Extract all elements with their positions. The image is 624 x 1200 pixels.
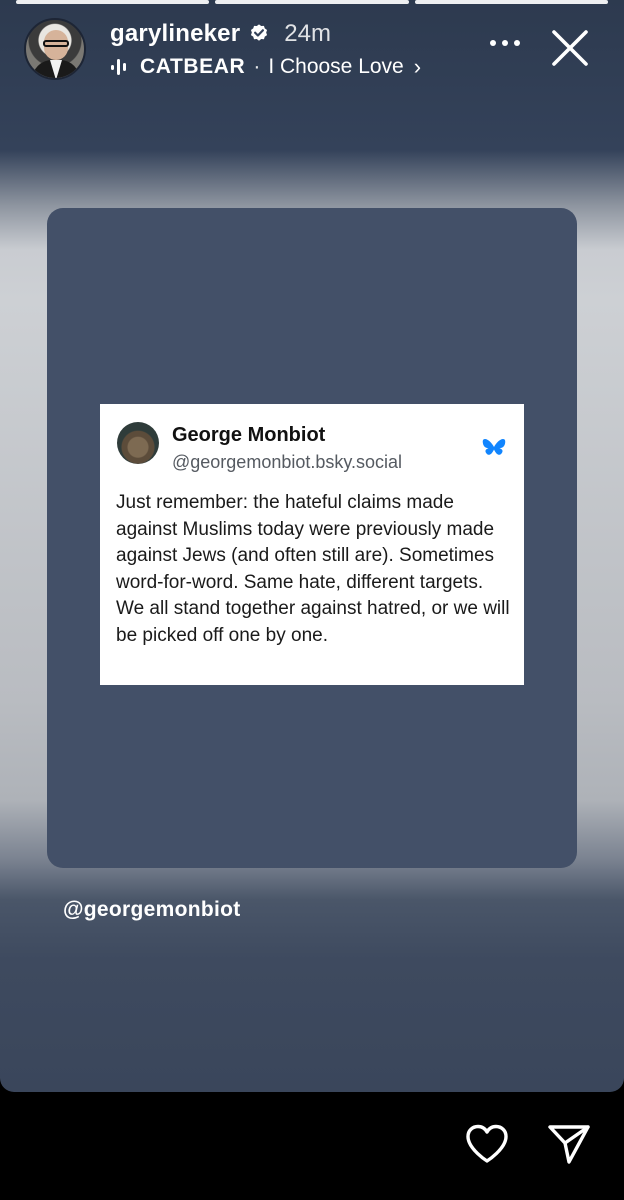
story-viewer[interactable]: garylineker 24m CATBEAR · I Choose Love … — [0, 0, 624, 1092]
progress-segment — [215, 0, 409, 4]
music-separator: · — [253, 55, 261, 78]
story-progress-bar — [16, 0, 608, 4]
username[interactable]: garylineker — [110, 20, 240, 48]
avatar-glasses — [43, 40, 69, 47]
butterfly-icon — [482, 439, 506, 455]
progress-segment-current — [414, 0, 608, 4]
audio-bars-icon — [111, 59, 126, 75]
chevron-right-icon: › — [413, 54, 422, 79]
heart-icon[interactable] — [464, 1122, 510, 1166]
post-body-text: Just remember: the hateful claims made a… — [116, 492, 510, 646]
user-row: garylineker 24m — [110, 20, 331, 48]
story-header: garylineker 24m CATBEAR · I Choose Love … — [24, 16, 608, 82]
music-attribution[interactable]: CATBEAR · I Choose Love › — [110, 54, 421, 80]
ellipsis-icon[interactable] — [488, 36, 522, 50]
close-icon[interactable] — [550, 28, 590, 68]
post-author-avatar — [117, 422, 159, 464]
mention-sticker[interactable]: @georgemonbiot — [63, 898, 241, 922]
post-time: 24m — [284, 20, 331, 47]
send-icon[interactable] — [546, 1122, 592, 1166]
avatar[interactable] — [24, 18, 86, 80]
post-author-handle: @georgemonbiot.bsky.social — [172, 452, 403, 472]
progress-segment — [16, 0, 210, 4]
verified-badge-icon — [251, 24, 268, 41]
music-title: I Choose Love — [268, 55, 404, 78]
shared-post[interactable]: George Monbiot @georgemonbiot.bsky.socia… — [100, 404, 524, 685]
story-card: George Monbiot @georgemonbiot.bsky.socia… — [47, 208, 577, 868]
music-artist: CATBEAR — [140, 55, 246, 78]
post-author-name: George Monbiot — [172, 424, 326, 446]
